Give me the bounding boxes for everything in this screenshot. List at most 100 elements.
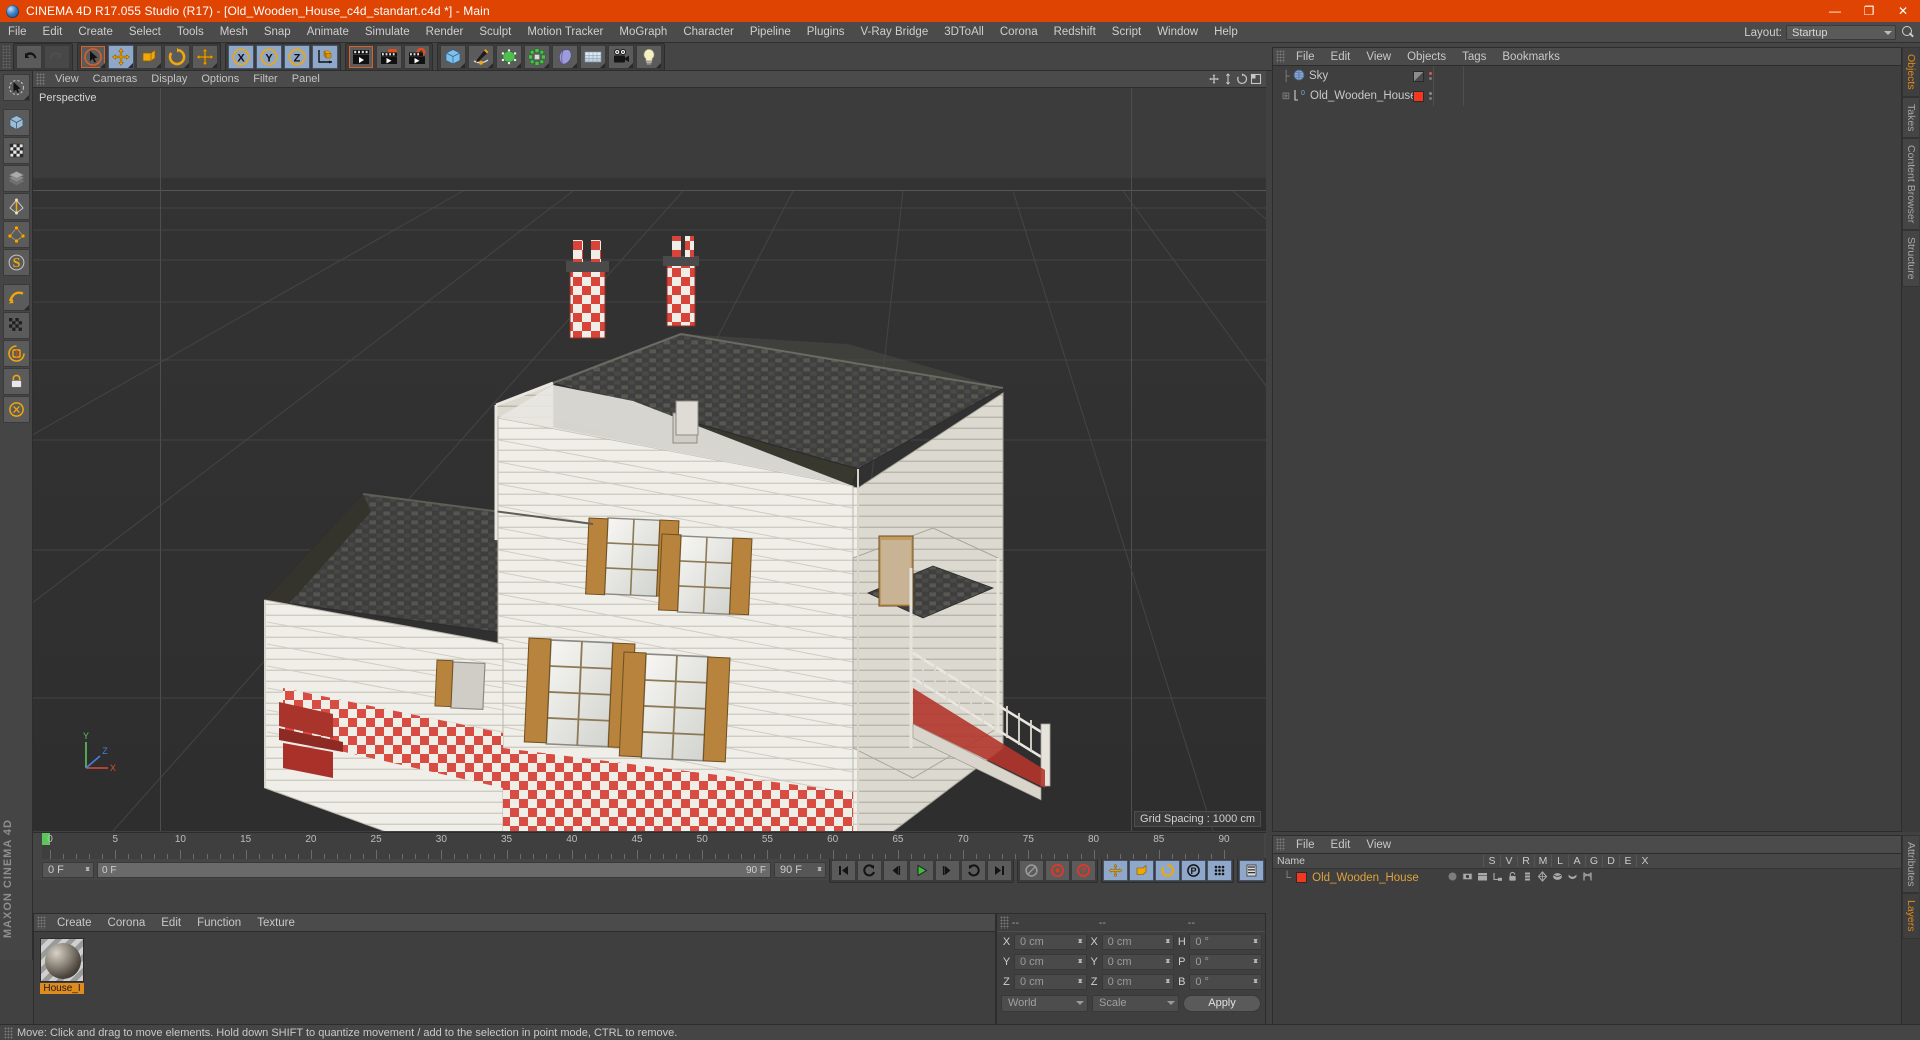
point-mode-icon[interactable] xyxy=(2,221,30,248)
next-key-icon[interactable] xyxy=(961,859,986,881)
matmgr-menu-texture[interactable]: Texture xyxy=(249,914,303,932)
timeline-ruler[interactable]: 0 5 10 15 20 25 30 35 40 45 50 55 60 65 70 75 80 85 90 xyxy=(42,833,1264,859)
viewport-menu-cameras[interactable]: Cameras xyxy=(86,71,145,88)
layermgr-menu-file[interactable]: File xyxy=(1288,836,1323,854)
menu-item-plugins[interactable]: Plugins xyxy=(799,22,853,43)
render-settings-icon[interactable] xyxy=(404,44,430,69)
coord-field-size-z[interactable]: 0 cm ▲ ▼ xyxy=(1101,974,1175,990)
model-old-wooden-house[interactable] xyxy=(33,88,1266,831)
y-axis-icon[interactable]: Y xyxy=(256,44,282,69)
maximize-view-icon[interactable] xyxy=(1250,73,1262,85)
object-row-sky[interactable]: ├ Sky xyxy=(1273,66,1901,86)
objmgr-menu-view[interactable]: View xyxy=(1358,48,1399,66)
key-parameter-icon[interactable]: P xyxy=(1181,859,1206,881)
render-view-icon[interactable] xyxy=(348,44,374,69)
column-g[interactable]: G xyxy=(1585,855,1602,867)
key-scale-icon[interactable] xyxy=(1129,859,1154,881)
search-icon[interactable] xyxy=(1900,25,1916,41)
object-axis-mode-icon[interactable]: S xyxy=(2,249,30,276)
object-tag-swatch[interactable] xyxy=(1413,90,1424,102)
tab-content-browser[interactable]: Content Browser xyxy=(1902,138,1919,231)
x-axis-icon[interactable]: X xyxy=(228,44,254,69)
menu-item-sculpt[interactable]: Sculpt xyxy=(471,22,519,43)
object-manager-grip[interactable] xyxy=(1276,50,1285,63)
menu-item-edit[interactable]: Edit xyxy=(35,22,71,43)
minimize-button[interactable]: — xyxy=(1818,0,1852,22)
autokey-icon[interactable] xyxy=(1019,859,1044,881)
coord-field-size-x[interactable]: 0 cm ▲ ▼ xyxy=(1101,934,1175,950)
coord-field-pos-x[interactable]: 0 cm ▲ ▼ xyxy=(1014,934,1087,950)
go-to-start-icon[interactable] xyxy=(831,859,856,881)
layout-dropdown[interactable]: Startup xyxy=(1786,25,1896,40)
column-e[interactable]: E xyxy=(1619,855,1636,867)
layer-manager-grip[interactable] xyxy=(1276,838,1285,851)
object-tag-swatch[interactable] xyxy=(1413,70,1424,82)
select-cursor-icon[interactable] xyxy=(80,44,106,69)
rotate-view-icon[interactable] xyxy=(1236,73,1248,85)
viewport-menu-options[interactable]: Options xyxy=(194,71,246,88)
toolbar-grip[interactable] xyxy=(2,44,11,69)
menu-item-vray-bridge[interactable]: V-Ray Bridge xyxy=(852,22,936,43)
layermgr-menu-edit[interactable]: Edit xyxy=(1323,836,1359,854)
enable-axis-icon[interactable] xyxy=(2,312,30,339)
coord-field-rot-h[interactable]: 0 ° ▲ ▼ xyxy=(1189,934,1263,950)
animation-toggle-icon[interactable] xyxy=(1522,871,1533,885)
nurbs-icon[interactable] xyxy=(496,44,522,69)
maximize-button[interactable]: ❐ xyxy=(1852,0,1886,22)
menu-item-animate[interactable]: Animate xyxy=(299,22,357,43)
viewport-menu-panel[interactable]: Panel xyxy=(285,71,327,88)
matmgr-menu-edit[interactable]: Edit xyxy=(153,914,189,932)
lock-icon[interactable] xyxy=(2,368,30,395)
tab-takes[interactable]: Takes xyxy=(1902,96,1919,139)
previous-key-icon[interactable] xyxy=(857,859,882,881)
viewport-menu-view[interactable]: View xyxy=(48,71,86,88)
menu-item-window[interactable]: Window xyxy=(1149,22,1206,43)
matmgr-menu-create[interactable]: Create xyxy=(49,914,100,932)
menu-item-script[interactable]: Script xyxy=(1104,22,1149,43)
workplane-icon[interactable] xyxy=(2,284,30,311)
menu-item-render[interactable]: Render xyxy=(418,22,472,43)
manager-toggle-icon[interactable] xyxy=(1492,871,1503,885)
world-object-axis-icon[interactable] xyxy=(312,44,338,69)
object-visibility-dots[interactable] xyxy=(1429,72,1432,80)
menu-item-select[interactable]: Select xyxy=(121,22,169,43)
coord-field-rot-b[interactable]: 0 ° ▲ ▼ xyxy=(1189,974,1263,990)
move-icon[interactable] xyxy=(108,44,134,69)
undo-icon[interactable] xyxy=(16,44,42,69)
layermgr-menu-view[interactable]: View xyxy=(1358,836,1399,854)
menu-item-motion-tracker[interactable]: Motion Tracker xyxy=(519,22,611,43)
deformer-toggle-icon[interactable] xyxy=(1552,871,1563,885)
viewport-menu-display[interactable]: Display xyxy=(144,71,194,88)
column-x[interactable]: X xyxy=(1636,855,1653,867)
coordinates-grip[interactable] xyxy=(1000,916,1009,929)
z-axis-icon[interactable]: Z xyxy=(284,44,310,69)
tab-structure[interactable]: Structure xyxy=(1902,230,1919,287)
scale-icon[interactable] xyxy=(136,44,162,69)
tree-expand-icon[interactable]: ⊞ xyxy=(1279,91,1293,102)
menu-item-pipeline[interactable]: Pipeline xyxy=(742,22,799,43)
array-icon[interactable] xyxy=(524,44,550,69)
menu-item-corona[interactable]: Corona xyxy=(992,22,1046,43)
menu-item-3dtoall[interactable]: 3DToAll xyxy=(936,22,992,43)
viewport-3d[interactable]: Perspective Y X Z Grid Spacing: 1000 cm xyxy=(33,88,1266,831)
frame-end-field[interactable]: 90 F ▲ ▼ xyxy=(774,862,826,878)
tab-layers[interactable]: Layers xyxy=(1902,893,1919,939)
tab-objects[interactable]: Objects xyxy=(1902,47,1919,97)
objmgr-menu-bookmarks[interactable]: Bookmarks xyxy=(1494,48,1568,66)
apply-button[interactable]: Apply xyxy=(1183,994,1261,1012)
tab-attributes[interactable]: Attributes xyxy=(1902,835,1919,894)
cube-primitive-icon[interactable] xyxy=(440,44,466,69)
auto-keyframing-icon[interactable]: ? xyxy=(1071,859,1096,881)
material-item[interactable]: House_I xyxy=(40,938,84,994)
deformer-icon[interactable] xyxy=(552,44,578,69)
parametric-icon[interactable] xyxy=(2,396,30,423)
step-forward-icon[interactable] xyxy=(935,859,960,881)
xref-toggle-icon[interactable] xyxy=(1582,871,1593,885)
coord-field-rot-p[interactable]: 0 ° ▲ ▼ xyxy=(1189,954,1263,970)
snap-icon[interactable] xyxy=(2,340,30,367)
menu-item-file[interactable]: File xyxy=(0,22,35,43)
go-to-end-icon[interactable] xyxy=(987,859,1012,881)
lock-toggle-icon[interactable] xyxy=(1507,871,1518,885)
layer-color-swatch[interactable] xyxy=(1296,872,1308,883)
generator-toggle-icon[interactable] xyxy=(1537,870,1548,885)
